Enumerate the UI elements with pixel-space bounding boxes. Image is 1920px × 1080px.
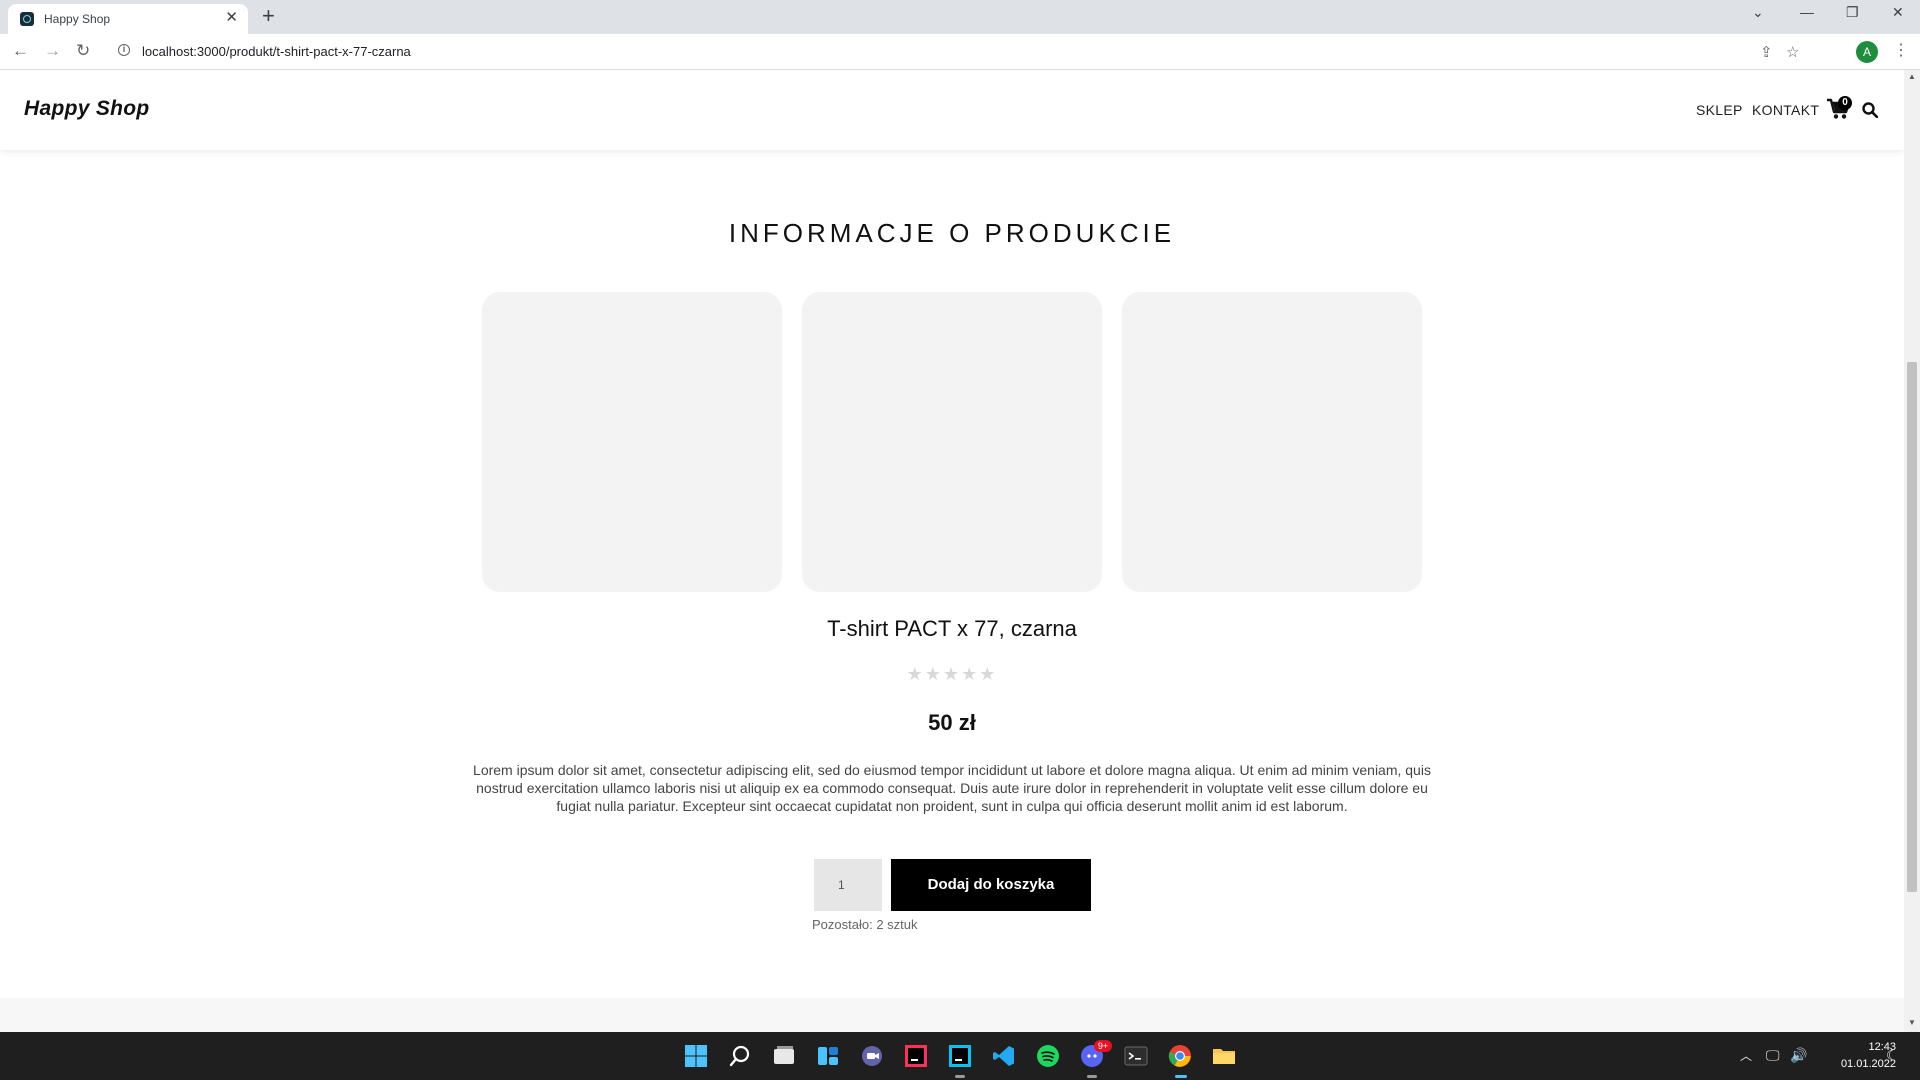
- nav-link-shop[interactable]: SKLEP: [1696, 102, 1743, 118]
- network-icon[interactable]: 🖵: [1766, 1047, 1780, 1064]
- product-description: Lorem ipsum dolor sit amet, consectetur …: [473, 762, 1431, 814]
- page-viewport: Happy Shop SKLEP KONTAKT 0 INFORMACJE O …: [0, 70, 1904, 1032]
- scroll-down-arrow-icon[interactable]: ▼: [1908, 1018, 1916, 1027]
- address-bar[interactable]: i localhost:3000/produkt/t-shirt-pact-x-…: [108, 37, 1808, 66]
- cart-count-badge: 0: [1838, 96, 1852, 110]
- section-title: INFORMACJE O PRODUKCIE: [728, 218, 1176, 248]
- page-scrollbar[interactable]: ▲ ▼: [1904, 70, 1920, 1032]
- taskbar: 9+ ︿ 🖵 🔊 12:43 01.01.2022 ☾: [0, 1032, 1920, 1080]
- back-icon[interactable]: ←: [12, 41, 29, 61]
- browser-tab[interactable]: Happy Shop ✕: [8, 4, 248, 34]
- site-info-icon[interactable]: i: [118, 44, 130, 56]
- webstorm-icon[interactable]: [948, 1044, 972, 1068]
- product-image-1[interactable]: [482, 292, 782, 592]
- tab-title: Happy Shop: [44, 12, 111, 26]
- spotify-icon[interactable]: [1036, 1044, 1060, 1068]
- discord-running-indicator: [1087, 1075, 1097, 1078]
- footer-band: [0, 998, 1904, 1032]
- share-icon[interactable]: ⇪: [1760, 43, 1773, 61]
- product-image-2[interactable]: [802, 292, 1102, 592]
- task-view-icon[interactable]: [772, 1044, 796, 1068]
- chrome-active-indicator: [1175, 1075, 1187, 1078]
- teams-chat-icon[interactable]: [860, 1044, 884, 1068]
- intellij-icon[interactable]: [904, 1044, 928, 1068]
- webstorm-running-indicator: [955, 1075, 965, 1078]
- restore-icon[interactable]: ❐: [1846, 4, 1859, 21]
- tab-search-icon[interactable]: ⌄: [1752, 4, 1764, 21]
- file-explorer-icon[interactable]: [1212, 1044, 1236, 1068]
- vscode-icon[interactable]: [992, 1044, 1016, 1068]
- browser-toolbar: ← → ↻ i localhost:3000/produkt/t-shirt-p…: [0, 34, 1920, 70]
- terminal-icon[interactable]: [1124, 1044, 1148, 1068]
- notification-moon-icon[interactable]: ☾: [1886, 1047, 1899, 1064]
- close-window-icon[interactable]: ✕: [1892, 4, 1904, 21]
- browser-menu-icon[interactable]: ⋮: [1893, 40, 1909, 60]
- quantity-input[interactable]: [814, 859, 882, 911]
- url-text[interactable]: localhost:3000/produkt/t-shirt-pact-x-77…: [142, 44, 411, 59]
- product-price: 50 zł: [928, 710, 976, 735]
- scroll-up-arrow-icon[interactable]: ▲: [1908, 72, 1916, 81]
- clock-time[interactable]: 12:43: [1820, 1041, 1896, 1053]
- site-logo[interactable]: Happy Shop: [24, 97, 150, 121]
- clock-date[interactable]: 01.01.2022: [1820, 1058, 1896, 1070]
- scrollbar-thumb[interactable]: [1907, 362, 1917, 892]
- search-taskbar-icon[interactable]: [728, 1044, 752, 1068]
- reload-icon[interactable]: ↻: [76, 41, 90, 61]
- windows-start-icon[interactable]: [684, 1044, 708, 1068]
- chrome-icon[interactable]: [1168, 1044, 1192, 1068]
- product-name: T-shirt PACT x 77, czarna: [827, 616, 1077, 641]
- tray-overflow-chevron-icon[interactable]: ︿: [1740, 1047, 1752, 1064]
- search-icon[interactable]: [1862, 102, 1878, 118]
- site-header: Happy Shop SKLEP KONTAKT 0: [0, 70, 1904, 150]
- add-to-cart-button[interactable]: Dodaj do koszyka: [891, 859, 1091, 911]
- forward-icon[interactable]: →: [44, 41, 61, 61]
- discord-notification-badge: 9+: [1094, 1040, 1112, 1052]
- new-tab-button[interactable]: +: [262, 5, 275, 27]
- widgets-icon[interactable]: [816, 1044, 840, 1068]
- stock-remaining: Pozostało: 2 sztuk: [812, 917, 918, 932]
- nav-link-contact[interactable]: KONTAKT: [1752, 102, 1819, 118]
- close-tab-icon[interactable]: ✕: [225, 10, 238, 26]
- rating-stars: ★★★★★: [906, 664, 998, 684]
- volume-icon[interactable]: 🔊: [1790, 1047, 1807, 1064]
- profile-avatar[interactable]: A: [1856, 41, 1878, 63]
- react-favicon-icon: [20, 12, 34, 26]
- product-image-3[interactable]: [1122, 292, 1422, 592]
- browser-tab-bar: Happy Shop ✕ + ⌄ — ❐ ✕: [0, 0, 1920, 34]
- minimize-icon[interactable]: —: [1800, 4, 1814, 20]
- bookmark-star-icon[interactable]: ☆: [1786, 43, 1799, 61]
